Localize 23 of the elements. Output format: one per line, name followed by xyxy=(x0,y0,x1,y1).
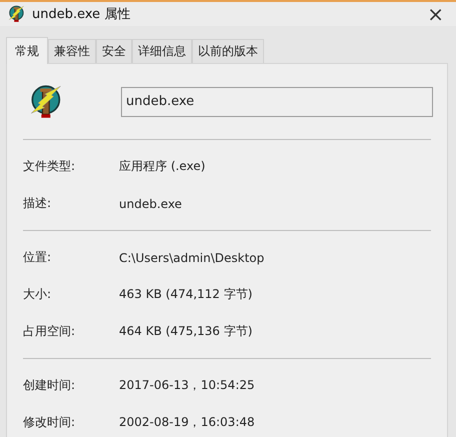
field-value: 应用程序 (.exe) xyxy=(119,158,206,175)
field-label: 修改时间: xyxy=(23,414,76,431)
field-value: 464 KB (475,136 字节) xyxy=(119,323,252,340)
field-label: 大小: xyxy=(23,286,52,303)
field-label: 文件类型: xyxy=(23,158,76,175)
field-value: 2017-06-13，10:54:25 xyxy=(119,377,255,394)
tab[interactable]: 详细信息 xyxy=(132,39,192,63)
field-value: 2002-08-19，16:03:48 xyxy=(119,414,255,431)
tab[interactable]: 以前的版本 xyxy=(192,39,264,63)
field-label: 位置: xyxy=(23,249,52,266)
tab[interactable]: 兼容性 xyxy=(48,39,96,63)
field-label: 创建时间: xyxy=(23,377,76,394)
field-label: 描述: xyxy=(23,195,52,212)
window-title: undeb.exe 属性 xyxy=(32,6,132,23)
field-value: 463 KB (474,112 字节) xyxy=(119,286,252,303)
close-button[interactable]: × xyxy=(423,2,448,26)
tab[interactable]: 常规 xyxy=(6,37,48,64)
file-name-field[interactable]: undeb.exe xyxy=(121,86,433,116)
app-icon xyxy=(8,5,26,23)
field-label: 占用空间: xyxy=(23,323,76,340)
field-value: undeb.exe xyxy=(119,196,182,210)
tab[interactable]: 安全 xyxy=(96,39,132,63)
field-value: C:\Users\admin\Desktop xyxy=(119,250,264,264)
